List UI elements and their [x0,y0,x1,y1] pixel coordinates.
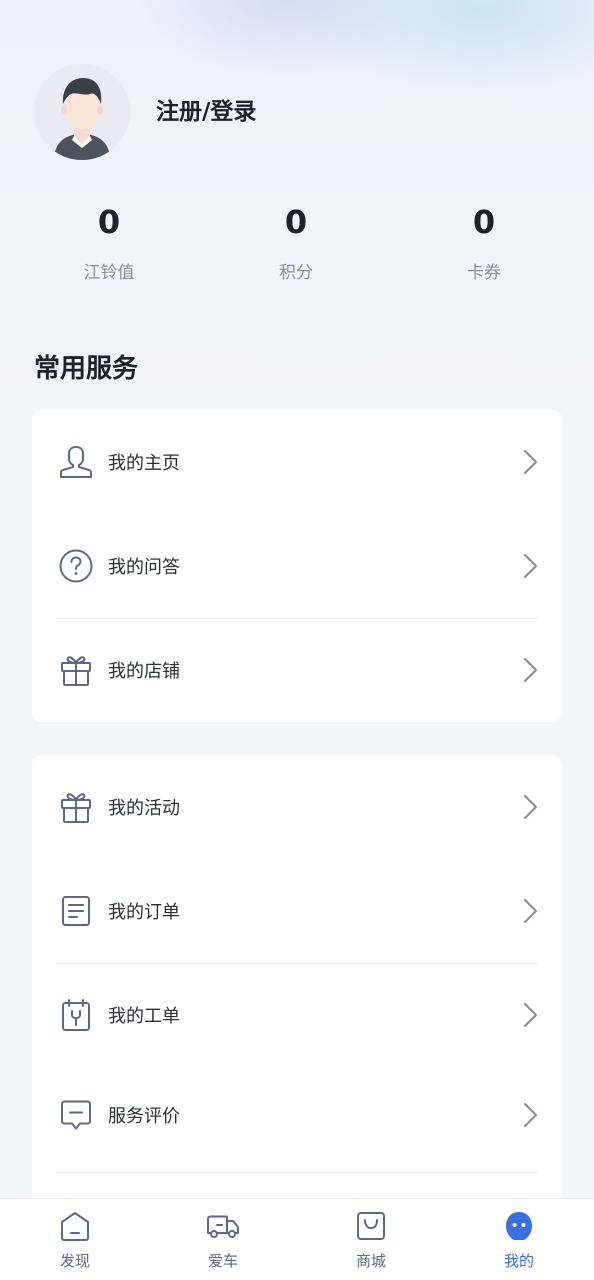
default-avatar-icon [34,64,130,160]
chevron-right-icon [523,1102,538,1128]
divider [56,1172,538,1173]
services-card-1: 我的主页 我的问答 我的店铺 [32,410,562,722]
tab-label: 爱车 [207,1252,238,1270]
tab-label: 商城 [355,1252,386,1270]
chevron-right-icon [523,657,538,683]
chevron-right-icon [523,898,538,924]
stat-label: 积分 [279,263,313,283]
stat-points[interactable]: 0 积分 [221,200,371,283]
tab-label: 发现 [59,1252,90,1270]
tab-me[interactable]: 我的 [459,1199,579,1280]
tab-my-car[interactable]: 爱车 [163,1199,283,1280]
menu-item-label: 我的问答 [108,557,180,578]
menu-item-my-work-orders[interactable]: 我的工单 [32,963,562,1067]
menu-item-label: 我的工单 [108,1006,180,1027]
menu-item-my-qa[interactable]: 我的问答 [32,514,562,618]
home-icon [58,1209,92,1243]
truck-icon [206,1209,240,1243]
tab-mall[interactable]: 商城 [311,1199,431,1280]
menu-item-label: 我的活动 [108,798,180,819]
stat-value: 0 [472,203,496,241]
menu-item-label: 我的主页 [108,453,180,474]
stat-value: 0 [97,203,121,241]
menu-item-label: 服务评价 [108,1106,180,1127]
chevron-right-icon [523,1002,538,1028]
chevron-right-icon [523,449,538,475]
stat-value: 0 [284,203,308,241]
stat-label: 卡券 [467,263,501,283]
user-profile-icon [58,444,94,480]
wrench-clipboard-icon [58,997,94,1033]
services-card-2: 我的活动 我的订单 我的工单 服务评价 [32,755,562,1215]
shopping-bag-icon [354,1209,388,1243]
section-title: 常用服务 [34,354,139,384]
stat-label: 江铃值 [83,263,135,283]
menu-item-label: 我的订单 [108,902,180,923]
comment-icon [58,1097,94,1133]
login-register-link[interactable]: 注册/登录 [156,92,256,126]
menu-item-my-shop[interactable]: 我的店铺 [32,618,562,722]
menu-item-my-orders[interactable]: 我的订单 [32,859,562,963]
question-icon [58,548,94,584]
tab-label: 我的 [503,1252,534,1270]
menu-item-service-review[interactable]: 服务评价 [32,1063,562,1167]
tab-discover[interactable]: 发现 [15,1199,135,1280]
me-face-icon [502,1209,536,1243]
avatar[interactable] [34,64,130,160]
order-document-icon [58,893,94,929]
chevron-right-icon [523,553,538,579]
stat-coupons[interactable]: 0 卡券 [409,200,559,283]
menu-item-label: 我的店铺 [108,661,180,682]
menu-item-my-activities[interactable]: 我的活动 [32,755,562,859]
chevron-right-icon [523,794,538,820]
bottom-tab-bar: 发现 爱车 商城 我的 [0,1198,594,1280]
gift-shop-icon [58,652,94,688]
stat-jiangling-value[interactable]: 0 江铃值 [34,200,184,283]
gift-activity-icon [58,789,94,825]
menu-item-my-homepage[interactable]: 我的主页 [32,410,562,514]
